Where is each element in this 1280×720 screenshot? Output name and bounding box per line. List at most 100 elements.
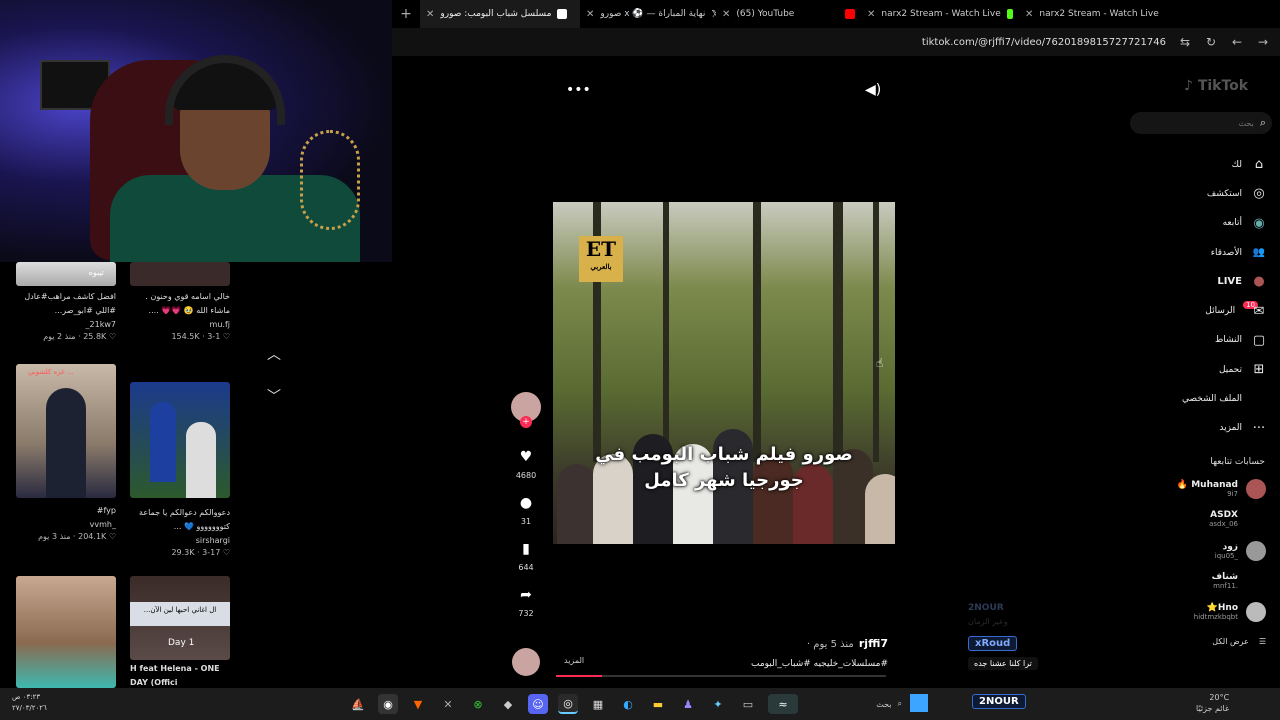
sidebar-item-for-you[interactable]: لك ⌂ xyxy=(1150,150,1268,179)
following-account[interactable]: ⭐Hno hidtmzkbqbt xyxy=(1140,602,1266,622)
avatar xyxy=(1246,479,1266,499)
discord-icon[interactable]: ☺ xyxy=(528,694,548,714)
taskbar-clock[interactable]: ٠٣:٢٣ ص ٢٧/٠٣/٢٠٢٦ xyxy=(12,692,47,714)
video-author[interactable]: mu.fj xyxy=(130,320,230,329)
video-thumbnail[interactable]: غزه كلشوبي ... xyxy=(16,364,116,498)
new-tab-button[interactable]: + xyxy=(392,6,420,22)
more-icon: ··· xyxy=(1252,420,1266,436)
video-caption[interactable]: افضل كاشف مراهب#عادل #اللي #ابو_صر... xyxy=(16,290,116,318)
close-icon[interactable]: ✕ xyxy=(722,9,730,20)
sidebar-item-friends[interactable]: الأصدقاء 👥 xyxy=(1150,238,1268,267)
share-button[interactable]: ➦ 732 xyxy=(508,586,544,618)
chrome-icon[interactable]: ◎ xyxy=(558,694,578,714)
following-account[interactable]: 🔥 Muhanad 9i7 xyxy=(1140,479,1266,499)
close-icon[interactable]: ✕ xyxy=(586,9,594,20)
video-caption[interactable]: دعووالكم دعوالكم يا جماعة كتووووووو 💙 ..… xyxy=(130,506,230,534)
widgets-icon[interactable]: ≈ xyxy=(768,694,798,714)
store-icon[interactable]: ▦ xyxy=(588,694,608,714)
sidebar-item-profile[interactable]: الملف الشخصي xyxy=(1150,384,1268,413)
chat-message: ترا كلنا عشنا جده xyxy=(968,657,1038,670)
url-field[interactable]: tiktok.com/@rjffi7/video/762018981572772… xyxy=(922,37,1166,48)
video-card[interactable]: خالي اسامه قوي وحنون . ماشاء الله 🥹 💗💗 .… xyxy=(130,262,230,341)
capcut-icon[interactable]: ✕ xyxy=(438,694,458,714)
close-icon[interactable]: ✕ xyxy=(1025,9,1033,20)
edge-icon[interactable]: ◐ xyxy=(618,694,638,714)
video-caption[interactable]: خالي اسامه قوي وحنون . ماشاء الله 🥹 💗💗 .… xyxy=(130,290,230,318)
video-progress-bar[interactable] xyxy=(556,675,886,677)
windows-start-icon[interactable] xyxy=(910,694,928,712)
close-icon[interactable]: ✕ xyxy=(867,9,875,20)
previous-video-icon[interactable]: ︿ xyxy=(266,344,282,364)
video-hashtags[interactable]: #مسلسلات_خليجيه #شباب_البومب xyxy=(700,659,888,669)
file-explorer-icon[interactable]: ▬ xyxy=(648,694,668,714)
tab-kick-stream-1[interactable]: ✕ narx2 Stream - Watch Live xyxy=(1019,0,1167,28)
copilot-icon[interactable]: ✦ xyxy=(708,694,728,714)
tab-tiktok[interactable]: ✕ مسلسل شباب البومب: صورو xyxy=(420,0,580,28)
video-info: rjffi7 منذ 5 يوم · #مسلسلات_خليجيه #شباب… xyxy=(700,632,888,669)
video-username[interactable]: rjffi7 xyxy=(859,637,888,650)
tab-kick-stream-2[interactable]: ✕ narx2 Stream - Watch Live xyxy=(861,0,1019,28)
video-card[interactable]: تيبوه افضل كاشف مراهب#عادل #اللي #ابو_صر… xyxy=(16,262,116,341)
tab-x-post[interactable]: ✕ صورو x‍ ⚽ — نهاية المباراة 𝕏 xyxy=(580,0,716,28)
comment-count: 31 xyxy=(520,517,532,526)
sidebar-item-upload[interactable]: تحميل ⊞ xyxy=(1150,355,1268,384)
video-card[interactable] xyxy=(16,576,116,688)
video-card[interactable]: ال اغاني احبها لين الآن... Day 1 H feat … xyxy=(130,576,230,688)
obs-icon[interactable]: ◉ xyxy=(378,694,398,714)
sidebar-item-following[interactable]: أتابعه ◉ xyxy=(1150,209,1268,238)
reload-icon[interactable]: ↻ xyxy=(1204,35,1218,49)
search-bar[interactable]: بحث ⌕ xyxy=(1130,112,1272,134)
following-account[interactable]: زود iqu05_ xyxy=(1140,541,1266,561)
steam-icon[interactable]: ⛵ xyxy=(348,694,368,714)
task-view-icon[interactable]: ▭ xyxy=(738,694,758,714)
volume-icon[interactable]: ◀) xyxy=(865,82,881,98)
video-thumbnail[interactable]: ال اغاني احبها لين الآن... Day 1 xyxy=(130,576,230,660)
video-caption[interactable]: fyp# xyxy=(16,504,116,518)
close-icon[interactable]: ✕ xyxy=(426,9,434,20)
video-thumbnail[interactable] xyxy=(130,262,230,286)
video-author[interactable]: 21kw7_ xyxy=(16,320,116,329)
sidebar-item-explore[interactable]: استكشف ◎ xyxy=(1150,179,1268,208)
tab-search-icon[interactable]: ⇆ xyxy=(1178,35,1192,49)
video-card[interactable]: دعووالكم دعوالكم يا جماعة كتووووووو 💙 ..… xyxy=(130,382,230,557)
teams-icon[interactable]: ♟ xyxy=(678,694,698,714)
like-button[interactable]: ♥ 4680 xyxy=(508,448,544,480)
search-icon[interactable]: ⌕ xyxy=(1260,116,1266,130)
sidebar-item-activity[interactable]: النشاط ▢ xyxy=(1150,326,1268,355)
video-author[interactable]: _vvmh xyxy=(16,520,116,529)
following-avatar-icon: ◉ xyxy=(1253,215,1265,231)
show-all-button[interactable]: عرض الكل ☰ xyxy=(1190,637,1266,646)
next-video-icon[interactable]: ﹀ xyxy=(266,386,282,406)
video-thumbnail[interactable] xyxy=(16,576,116,688)
video-meta: ♡ 154.5K · 3-1 xyxy=(171,332,230,341)
tiktok-logo[interactable]: ♪ TikTok xyxy=(1184,78,1248,94)
creator-avatar[interactable]: + xyxy=(511,392,541,428)
sidebar-item-more[interactable]: المزيد ··· xyxy=(1150,414,1268,443)
video-thumbnail[interactable] xyxy=(130,382,230,498)
epic-games-icon[interactable]: ◆ xyxy=(498,694,518,714)
video-thumbnail[interactable]: تيبوه xyxy=(16,262,116,286)
brave-icon[interactable]: ▼ xyxy=(408,694,428,714)
sidebar-item-messages[interactable]: الرسائل 10 ✉ xyxy=(1150,296,1268,325)
save-button[interactable]: ▮ 644 xyxy=(508,540,544,572)
weather-widget[interactable]: 20°C غائم جزئيًا xyxy=(1196,692,1229,714)
sidebar-item-live[interactable]: LIVE ● xyxy=(1150,267,1268,296)
music-avatar[interactable] xyxy=(512,648,540,676)
video-player[interactable]: ET بالعربي صورو فيلم شباب البومب في جورج… xyxy=(553,202,895,544)
xbox-icon[interactable]: ⊗ xyxy=(468,694,488,714)
video-caption[interactable]: H feat Helena - ONE DAY (Offici xyxy=(130,662,230,688)
taskbar-apps: ⛵ ◉ ▼ ✕ ⊗ ◆ ☺ ◎ ▦ ◐ ▬ ♟ ✦ ▭ ≈ xyxy=(348,694,798,714)
more-link[interactable]: المزيد xyxy=(564,656,584,665)
following-account[interactable]: شناف mnf11. xyxy=(1140,571,1266,591)
video-meta: ♡ 204.1K · منذ 3 يوم xyxy=(38,532,116,541)
forward-icon[interactable]: ← xyxy=(1230,35,1244,49)
video-card[interactable]: غزه كلشوبي ... fyp# _vvmh ♡ 204.1K · منذ… xyxy=(16,364,116,541)
following-account[interactable]: ASDX asdx_06 xyxy=(1140,509,1266,529)
comment-button[interactable]: ● 31 xyxy=(508,494,544,526)
more-options-icon[interactable]: ••• xyxy=(566,82,591,98)
tab-youtube[interactable]: ✕ (65) YouTube xyxy=(716,0,861,28)
taskbar-search[interactable]: بحث ⌕ xyxy=(852,694,902,714)
follow-plus-icon[interactable]: + xyxy=(520,416,532,428)
video-author[interactable]: sirshargi xyxy=(130,536,230,545)
back-icon[interactable]: → xyxy=(1256,35,1270,49)
